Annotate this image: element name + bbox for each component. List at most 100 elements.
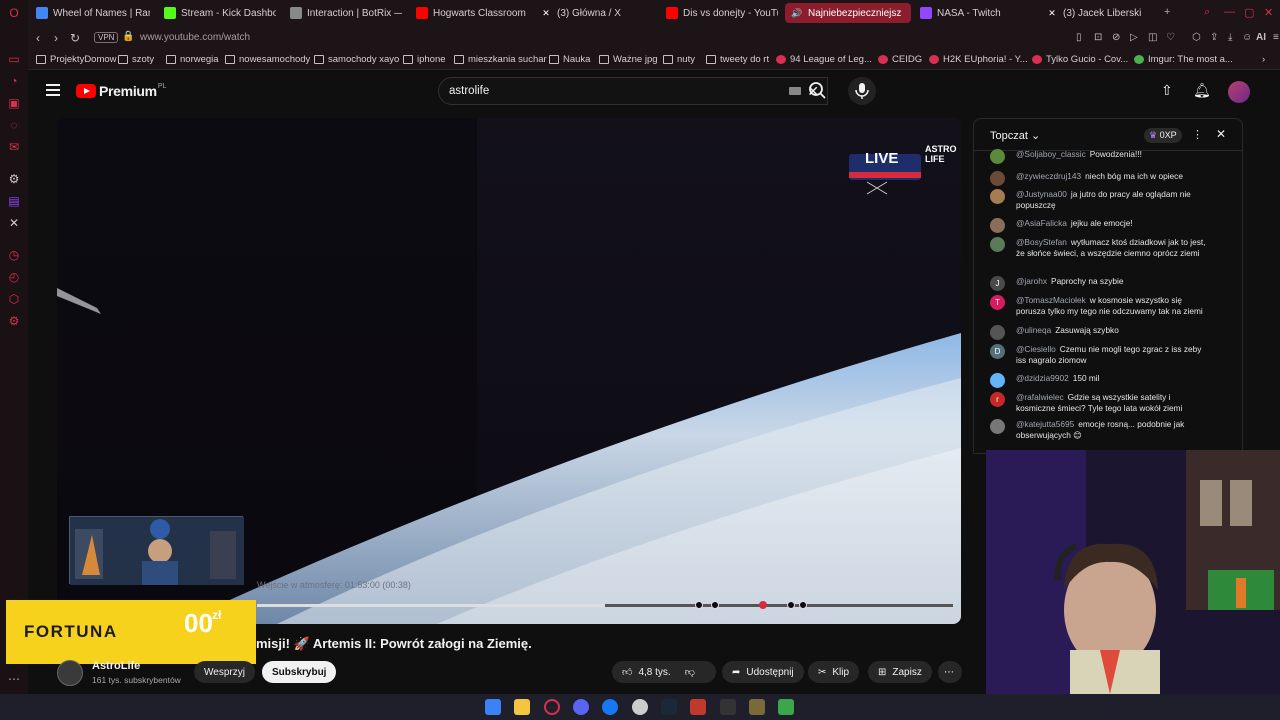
easy-setup-icon[interactable]: ⇪ [1210,32,1218,43]
chat-author-avatar[interactable] [990,373,1005,388]
bookmark-link[interactable]: CEIDG [878,54,922,65]
chat-message[interactable]: @dzidzia9902 150 mil [990,373,1208,388]
bookmark-folder[interactable]: iphone [403,54,446,65]
sidebar-twitch-icon[interactable]: ▤ [7,194,21,208]
forward-icon[interactable]: › [54,31,58,45]
upload-icon[interactable]: ⇧ [1161,82,1173,99]
support-button[interactable]: Wesprzyj [194,661,255,683]
more-actions-icon[interactable]: ⋯ [938,661,962,683]
bookmark-folder[interactable]: Ważne jpg [599,54,658,65]
chat-message[interactable]: @AsiaFalicka jejku ale emocje! [990,218,1208,233]
search-tabs-icon[interactable]: ⌕ [1204,6,1210,19]
thumbs-up-icon[interactable]: 👍︎ [622,666,632,678]
chat-message[interactable]: @Justynaa00 ja jutro do pracy ale oglądam… [990,189,1208,210]
chat-author-avatar[interactable] [990,237,1005,252]
chat-author-name[interactable]: @Ciesiello [1016,344,1056,354]
download-icon[interactable]: ⤓ [1228,32,1232,43]
aria-ai-button[interactable]: AI [1256,32,1266,43]
menu-icon[interactable]: ≡ [1273,32,1279,43]
obs-icon[interactable] [632,699,648,715]
chat-author-avatar[interactable]: r [990,392,1005,407]
chat-author-name[interactable]: @Soljaboy_classic [1016,149,1086,159]
tab-hogwarts[interactable]: Hogwarts Classroom | Ha [410,3,528,23]
chat-mode-dropdown[interactable]: Topczat ⌄ [990,129,1040,142]
chat-author-name[interactable]: @TomaszMaciołek [1016,295,1086,305]
bookmark-icon[interactable]: ▯ [1076,32,1082,43]
video-player[interactable]: LIVE ASTRO LIFE Wejście w atmosferę: 01:… [57,118,961,624]
chat-author-avatar[interactable]: J [990,276,1005,291]
xp-badge[interactable]: ♛ 0XP [1144,128,1182,143]
chat-author-name[interactable]: @dzidzia9902 [1016,373,1069,383]
terminal-icon[interactable] [720,699,736,715]
game-launcher-icon[interactable] [778,699,794,715]
sidebar-history-icon[interactable]: ◔ [7,74,21,88]
file-explorer-icon[interactable] [514,699,530,715]
channel-avatar[interactable] [57,660,83,686]
maximize-icon[interactable]: ▢ [1244,6,1254,19]
chat-author-avatar[interactable] [990,171,1005,186]
chat-message[interactable]: r @rafalwielec Gdzie są wszystkie satelity… [990,392,1208,413]
chat-author-avatar[interactable]: T [990,295,1005,310]
save-button[interactable]: ⊞ Zapisz [868,661,932,683]
chat-author-avatar[interactable]: D [990,344,1005,359]
fortuna-ad-banner[interactable]: FORTUNA 00 zł [6,600,256,664]
bookmark-link[interactable]: Tylko Gucio - Cov... [1032,54,1128,65]
tab-botrix[interactable]: Interaction | BotRix — Cl [284,3,402,23]
opera-taskbar-icon[interactable] [544,699,560,715]
close-chat-icon[interactable]: ✕ [1216,127,1226,141]
extensions-icon[interactable]: ⬡ [1192,32,1201,43]
sidebar-cube-icon[interactable]: ⬡ [7,292,21,306]
bookmark-folder[interactable]: mieszkania suchar [454,54,547,65]
url-field[interactable]: www.youtube.com/watch [140,32,250,43]
reload-icon[interactable]: ↻ [70,31,80,45]
channel-name[interactable]: AstroLife [92,660,140,672]
chat-more-icon[interactable]: ⋮ [1192,128,1203,141]
chat-message[interactable]: @zywieczdruj143 niech bóg ma ich w opiece [990,171,1208,186]
chat-message[interactable]: T @TomaszMaciołek w kosmosie wszystko się … [990,295,1208,316]
chat-author-name[interactable]: @BosyStefan [1016,237,1067,247]
bookmark-link[interactable]: H2K EUphoria! - Y... [929,54,1028,65]
messenger-icon[interactable] [602,699,618,715]
tab-x-jacek[interactable]: ✕ (3) Jacek Liberski [1040,3,1160,23]
sidebar-x-icon[interactable]: ✕ [7,216,21,230]
windows-start-icon[interactable] [485,699,501,715]
sidebar-messenger-icon[interactable]: ◌ [7,118,21,132]
chat-message[interactable]: @BosyStefan wytłumacz ktoś dziadkowi jak … [990,237,1208,258]
new-tab-icon[interactable]: + [1164,6,1170,18]
search-button[interactable] [800,77,836,105]
chat-author-avatar[interactable] [990,149,1005,164]
bookmark-folder[interactable]: tweety do rt [706,54,769,65]
sidebar-clock-icon[interactable]: ◷ [7,248,21,262]
chat-author-avatar[interactable] [990,218,1005,233]
youtube-premium-logo[interactable]: Premium PL [76,83,166,99]
chat-message[interactable]: D @Ciesiello Czemu nie mogli tego zgrac z … [990,344,1208,365]
like-count[interactable]: 4,8 tys. [638,667,670,678]
bookmark-folder[interactable]: nuty [663,54,695,65]
chat-author-name[interactable]: @rafalwielec [1016,392,1064,402]
vpn-badge[interactable]: VPN [94,32,119,43]
chat-author-name[interactable]: @ulineqa [1016,325,1051,335]
chat-author-name[interactable]: @zywieczdruj143 [1016,171,1081,181]
chat-author-name[interactable]: @jarohx [1016,276,1047,286]
discord-icon[interactable] [573,699,589,715]
tab-youtube-active[interactable]: 🔊 Najniebezpieczniejsz [785,3,911,23]
sidebar-history2-icon[interactable]: ◴ [7,270,21,284]
bookmarks-more-icon[interactable]: › [1262,54,1265,65]
player-icon[interactable]: ▷ [1130,32,1138,43]
chat-author-avatar[interactable] [990,189,1005,204]
chat-message[interactable]: @Soljaboy_classic Powodzenia!!! [990,149,1208,164]
chat-author-name[interactable]: @katejutta5695 [1016,419,1074,429]
sidebar-more-icon[interactable]: ⋯ [7,672,21,686]
sidebar-mail-icon[interactable]: ✉ [7,140,21,154]
bookmark-folder[interactable]: ProjektyDomow [36,54,117,65]
minimize-icon[interactable]: — [1224,6,1235,18]
minecraft-icon[interactable] [749,699,765,715]
tab-nasa-twitch[interactable]: NASA - Twitch [914,3,1032,23]
opera-logo-icon[interactable]: O [7,6,21,20]
tab-wheel-of-names[interactable]: Wheel of Names | Random [30,3,150,23]
camera-icon[interactable]: ◫ [1148,32,1157,43]
bookmark-folder[interactable]: norwegia [166,54,219,65]
bookmark-link[interactable]: 94 League of Leg... [776,54,872,65]
bookmark-folder[interactable]: Nauka [549,54,590,65]
share-button[interactable]: ➦ Udostępnij [722,661,804,683]
